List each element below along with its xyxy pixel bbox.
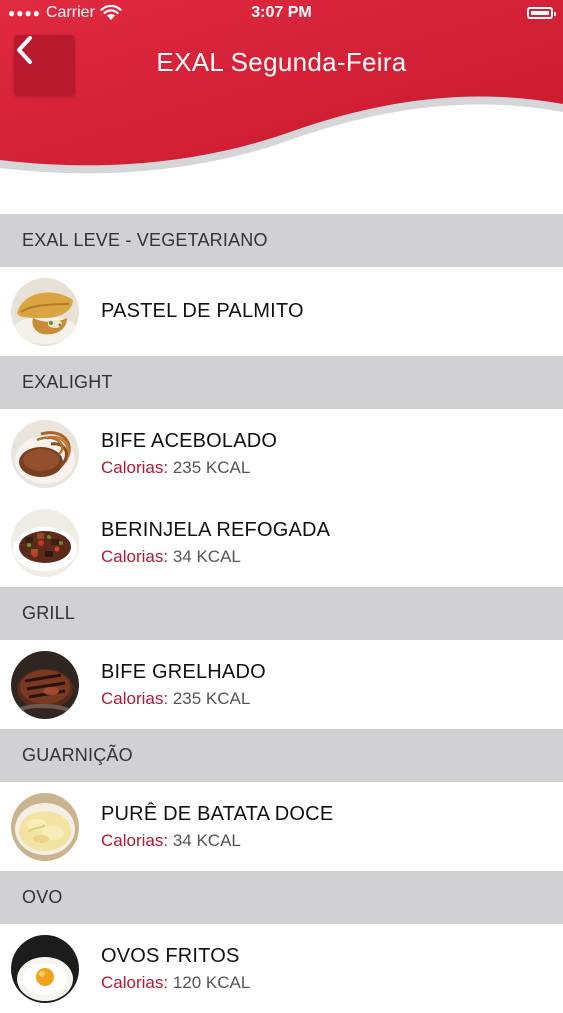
calories-value: 235 KCAL [172, 457, 251, 477]
menu-list: EXAL LEVE - VEGETARIANO PASTEL DE PALMIT… [0, 214, 563, 1013]
list-item[interactable]: BIFE ACEBOLADO Calorias: 235 KCAL [0, 409, 563, 498]
calories-label: Calorias: [101, 830, 169, 850]
section-title: EXAL LEVE - VEGETARIANO [22, 230, 268, 250]
item-name: BERINJELA REFOGADA [101, 518, 331, 541]
calories-value: 120 KCAL [172, 972, 251, 992]
calories-label: Calorias: [101, 457, 169, 477]
list-item[interactable]: BERINJELA REFOGADA Calorias: 34 KCAL [0, 498, 563, 587]
bife-acebolado-image [11, 419, 79, 488]
calories-value: 235 KCAL [172, 688, 251, 708]
section-header: GUARNIÇÃO [0, 729, 563, 782]
item-name: PURÊ DE BATATA DOCE [101, 802, 334, 825]
page-title: EXAL Segunda-Feira [156, 47, 407, 77]
list-item[interactable]: BIFE GRELHADO Calorias: 235 KCAL [0, 640, 563, 729]
list-item[interactable]: PURÊ DE BATATA DOCE Calorias: 34 KCAL [0, 782, 563, 871]
calories-label: Calorias: [101, 546, 169, 566]
item-name: PASTEL DE PALMITO [101, 300, 304, 322]
section-header: GRILL [0, 587, 563, 640]
item-name: BIFE GRELHADO [101, 660, 266, 683]
item-calories: Calorias: 34 KCAL [101, 831, 333, 851]
calories-label: Calorias: [101, 688, 169, 708]
calories-value: 34 KCAL [172, 546, 241, 566]
section-header: OVO [0, 871, 563, 924]
calories-value: 34 KCAL [172, 830, 241, 850]
section-header: EXALIGHT [0, 356, 563, 409]
item-name: BIFE ACEBOLADO [101, 429, 278, 452]
berinjela-image [11, 508, 79, 577]
bife-grelhado-image [11, 650, 79, 719]
calories-label: Calorias: [101, 972, 169, 992]
ovos-image [11, 934, 79, 1003]
section-header: EXAL LEVE - VEGETARIANO [0, 214, 563, 267]
item-calories: Calorias: 235 KCAL [101, 458, 277, 478]
section-title: OVO [22, 887, 63, 907]
status-time: 3:07 PM [251, 4, 312, 21]
section-title: GRILL [22, 603, 76, 623]
battery-icon [527, 7, 556, 19]
item-calories: Calorias: 34 KCAL [101, 547, 330, 567]
pastel-image [11, 277, 79, 346]
header-wave-background [0, 0, 563, 174]
item-name: OVOS FRITOS [101, 944, 240, 967]
item-calories: Calorias: 235 KCAL [101, 689, 266, 709]
list-item[interactable]: PASTEL DE PALMITO [0, 267, 563, 356]
section-title: GUARNIÇÃO [22, 745, 133, 765]
item-calories: Calorias: 120 KCAL [101, 973, 250, 993]
pure-image [11, 792, 79, 861]
header: EXAL Segunda-Feira [0, 0, 563, 215]
section-title: EXALIGHT [22, 372, 113, 392]
status-bar: ●●●● Carrier 3:07 PM [0, 0, 563, 28]
